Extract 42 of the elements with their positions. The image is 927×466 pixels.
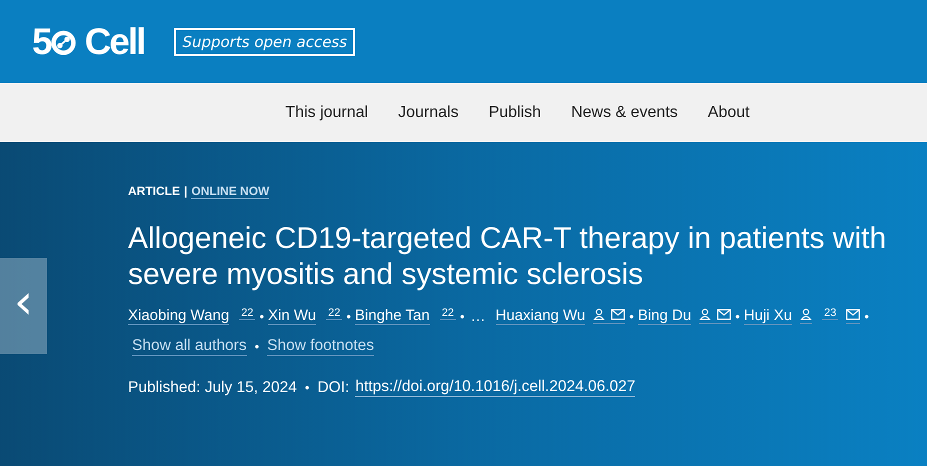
nav-link[interactable]: Publish xyxy=(488,104,542,122)
nav-link[interactable]: This journal xyxy=(285,104,368,122)
author-link[interactable]: Bing Du xyxy=(638,307,692,325)
nav-link[interactable]: Journals xyxy=(398,104,459,122)
mail-icon[interactable] xyxy=(846,308,860,324)
mail-icon[interactable] xyxy=(605,308,626,324)
article-title: Allogeneic CD19-targeted CAR-T therapy in patients with severe myositis and systemic sclerosis xyxy=(128,221,888,293)
ellipsis: … xyxy=(470,308,486,324)
footnote-link[interactable]: 22 xyxy=(440,307,456,320)
footnote-link[interactable]: 22 xyxy=(326,307,342,320)
separator: • xyxy=(304,380,310,395)
divider: | xyxy=(184,184,188,199)
separator: • xyxy=(460,308,464,324)
article-type: ARTICLE xyxy=(128,184,180,199)
separator: • xyxy=(629,308,634,324)
status-link[interactable]: ONLINE NOW xyxy=(191,184,270,199)
footnote-link[interactable]: 23 xyxy=(822,307,838,320)
separator: • xyxy=(346,308,351,324)
nav-link[interactable]: About xyxy=(708,104,750,122)
author-link[interactable]: Xin Wu xyxy=(268,307,316,325)
author-link[interactable]: Huaxiang Wu xyxy=(496,307,586,325)
previous-button[interactable]: ‹ xyxy=(0,258,47,354)
person-icon[interactable] xyxy=(800,308,812,324)
show-footnotes-link[interactable]: Show footnotes xyxy=(267,337,374,356)
nav-link[interactable]: News & events xyxy=(571,104,678,122)
author-link[interactable]: Binghe Tan xyxy=(354,307,430,325)
author-link[interactable]: Huji Xu xyxy=(744,307,792,325)
person-icon[interactable] xyxy=(593,308,606,324)
published-date: Published: July 15, 2024 xyxy=(128,378,297,396)
mail-icon[interactable] xyxy=(711,308,732,324)
doi-link[interactable]: https://doi.org/10.1016/j.cell.2024.06.027 xyxy=(355,378,636,397)
open-access-badge: Supports open access xyxy=(174,28,356,56)
logo[interactable]: 5 Cell xyxy=(32,20,144,62)
person-icon[interactable] xyxy=(699,308,712,324)
show-authors-link[interactable]: Show all authors xyxy=(132,337,247,356)
footnote-link[interactable]: 22 xyxy=(239,307,256,320)
separator: • xyxy=(259,308,264,324)
separator: • xyxy=(735,308,740,324)
doi-label: DOI: xyxy=(317,378,350,396)
author-link[interactable]: Xiaobing Wang xyxy=(128,307,230,325)
separator: • xyxy=(254,339,260,354)
separator: • xyxy=(864,308,869,324)
